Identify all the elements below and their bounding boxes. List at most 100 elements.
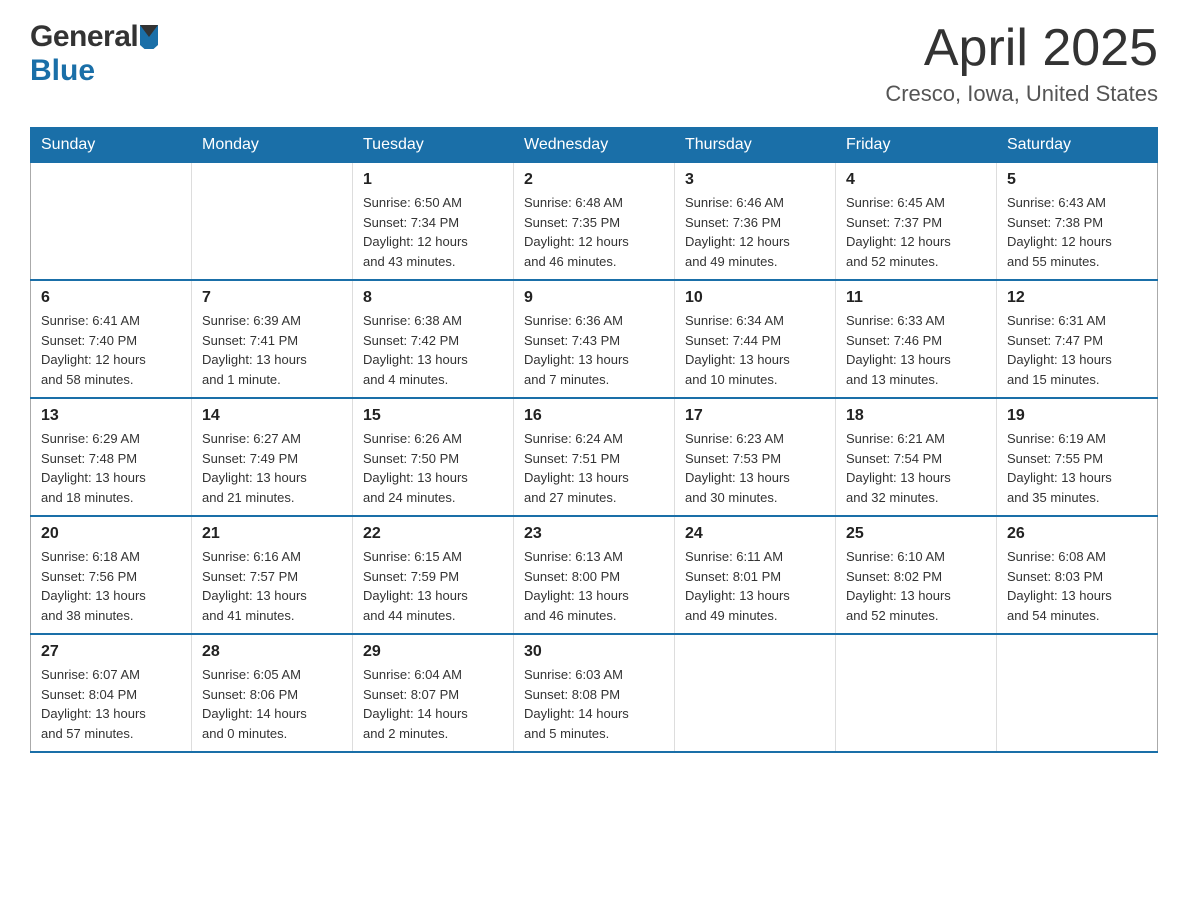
day-number: 7	[202, 289, 342, 307]
day-cell: 21 Sunrise: 6:16 AM Sunset: 7:57 PM Dayli…	[192, 516, 353, 634]
day-cell	[31, 163, 192, 281]
day-cell: 11 Sunrise: 6:33 AM Sunset: 7:46 PM Dayli…	[836, 280, 997, 398]
calendar-table: SundayMondayTuesdayWednesdayThursdayFrid…	[30, 127, 1158, 753]
day-info: Sunrise: 6:13 AM Sunset: 8:00 PM Dayligh…	[524, 547, 664, 625]
day-number: 22	[363, 525, 503, 543]
day-cell: 1 Sunrise: 6:50 AM Sunset: 7:34 PM Daylig…	[353, 163, 514, 281]
logo-arrow-icon	[140, 25, 158, 49]
day-number: 10	[685, 289, 825, 307]
page-header: General Blue April 2025 Cresco, Iowa, Un…	[30, 20, 1158, 107]
day-info: Sunrise: 6:16 AM Sunset: 7:57 PM Dayligh…	[202, 547, 342, 625]
day-number: 4	[846, 171, 986, 189]
day-number: 16	[524, 407, 664, 425]
day-cell: 23Sunrise: 6:13 AM Sunset: 8:00 PM Dayli…	[514, 516, 675, 634]
header-sunday: Sunday	[31, 128, 192, 163]
day-number: 6	[41, 289, 181, 307]
header-row: SundayMondayTuesdayWednesdayThursdayFrid…	[31, 128, 1158, 163]
day-info: Sunrise: 6:10 AM Sunset: 8:02 PM Dayligh…	[846, 547, 986, 625]
day-number: 14	[202, 407, 342, 425]
day-info: Sunrise: 6:03 AM Sunset: 8:08 PM Dayligh…	[524, 665, 664, 743]
day-info: Sunrise: 6:29 AM Sunset: 7:48 PM Dayligh…	[41, 429, 181, 507]
day-info: Sunrise: 6:43 AM Sunset: 7:38 PM Dayligh…	[1007, 193, 1147, 271]
day-number: 5	[1007, 171, 1147, 189]
day-number: 19	[1007, 407, 1147, 425]
day-number: 11	[846, 289, 986, 307]
logo: General Blue	[30, 20, 158, 88]
day-info: Sunrise: 6:41 AM Sunset: 7:40 PM Dayligh…	[41, 311, 181, 389]
day-cell: 13Sunrise: 6:29 AM Sunset: 7:48 PM Dayli…	[31, 398, 192, 516]
title-block: April 2025 Cresco, Iowa, United States	[885, 20, 1158, 107]
calendar-body: 1 Sunrise: 6:50 AM Sunset: 7:34 PM Daylig…	[31, 163, 1158, 753]
day-info: Sunrise: 6:24 AM Sunset: 7:51 PM Dayligh…	[524, 429, 664, 507]
month-year-title: April 2025	[885, 20, 1158, 77]
day-cell: 15 Sunrise: 6:26 AM Sunset: 7:50 PM Dayli…	[353, 398, 514, 516]
week-row-2: 6 Sunrise: 6:41 AM Sunset: 7:40 PM Daylig…	[31, 280, 1158, 398]
day-number: 12	[1007, 289, 1147, 307]
day-cell: 18 Sunrise: 6:21 AM Sunset: 7:54 PM Dayli…	[836, 398, 997, 516]
day-cell: 4 Sunrise: 6:45 AM Sunset: 7:37 PM Daylig…	[836, 163, 997, 281]
day-number: 8	[363, 289, 503, 307]
week-row-5: 27 Sunrise: 6:07 AM Sunset: 8:04 PM Dayli…	[31, 634, 1158, 752]
day-cell: 6 Sunrise: 6:41 AM Sunset: 7:40 PM Daylig…	[31, 280, 192, 398]
day-cell: 17 Sunrise: 6:23 AM Sunset: 7:53 PM Dayli…	[675, 398, 836, 516]
day-info: Sunrise: 6:50 AM Sunset: 7:34 PM Dayligh…	[363, 193, 503, 271]
week-row-3: 13Sunrise: 6:29 AM Sunset: 7:48 PM Dayli…	[31, 398, 1158, 516]
day-cell: 24 Sunrise: 6:11 AM Sunset: 8:01 PM Dayli…	[675, 516, 836, 634]
day-cell: 30 Sunrise: 6:03 AM Sunset: 8:08 PM Dayli…	[514, 634, 675, 752]
day-number: 25	[846, 525, 986, 543]
day-cell: 5 Sunrise: 6:43 AM Sunset: 7:38 PM Daylig…	[997, 163, 1158, 281]
day-info: Sunrise: 6:48 AM Sunset: 7:35 PM Dayligh…	[524, 193, 664, 271]
day-number: 29	[363, 643, 503, 661]
day-cell	[997, 634, 1158, 752]
day-info: Sunrise: 6:23 AM Sunset: 7:53 PM Dayligh…	[685, 429, 825, 507]
header-saturday: Saturday	[997, 128, 1158, 163]
day-info: Sunrise: 6:11 AM Sunset: 8:01 PM Dayligh…	[685, 547, 825, 625]
day-number: 15	[363, 407, 503, 425]
day-number: 28	[202, 643, 342, 661]
day-info: Sunrise: 6:18 AM Sunset: 7:56 PM Dayligh…	[41, 547, 181, 625]
day-cell: 22 Sunrise: 6:15 AM Sunset: 7:59 PM Dayli…	[353, 516, 514, 634]
day-number: 3	[685, 171, 825, 189]
day-cell: 2 Sunrise: 6:48 AM Sunset: 7:35 PM Daylig…	[514, 163, 675, 281]
day-info: Sunrise: 6:45 AM Sunset: 7:37 PM Dayligh…	[846, 193, 986, 271]
week-row-4: 20 Sunrise: 6:18 AM Sunset: 7:56 PM Dayli…	[31, 516, 1158, 634]
day-cell	[192, 163, 353, 281]
day-info: Sunrise: 6:46 AM Sunset: 7:36 PM Dayligh…	[685, 193, 825, 271]
header-monday: Monday	[192, 128, 353, 163]
day-number: 21	[202, 525, 342, 543]
day-info: Sunrise: 6:07 AM Sunset: 8:04 PM Dayligh…	[41, 665, 181, 743]
logo-blue-text: Blue	[30, 54, 158, 88]
day-number: 18	[846, 407, 986, 425]
day-cell: 3 Sunrise: 6:46 AM Sunset: 7:36 PM Daylig…	[675, 163, 836, 281]
logo-general-text: General	[30, 20, 138, 54]
day-cell: 28Sunrise: 6:05 AM Sunset: 8:06 PM Dayli…	[192, 634, 353, 752]
day-info: Sunrise: 6:08 AM Sunset: 8:03 PM Dayligh…	[1007, 547, 1147, 625]
day-number: 17	[685, 407, 825, 425]
location-subtitle: Cresco, Iowa, United States	[885, 81, 1158, 107]
day-number: 30	[524, 643, 664, 661]
week-row-1: 1 Sunrise: 6:50 AM Sunset: 7:34 PM Daylig…	[31, 163, 1158, 281]
day-cell: 12 Sunrise: 6:31 AM Sunset: 7:47 PM Dayli…	[997, 280, 1158, 398]
day-number: 24	[685, 525, 825, 543]
day-info: Sunrise: 6:34 AM Sunset: 7:44 PM Dayligh…	[685, 311, 825, 389]
day-info: Sunrise: 6:15 AM Sunset: 7:59 PM Dayligh…	[363, 547, 503, 625]
day-cell: 20 Sunrise: 6:18 AM Sunset: 7:56 PM Dayli…	[31, 516, 192, 634]
day-number: 27	[41, 643, 181, 661]
day-info: Sunrise: 6:26 AM Sunset: 7:50 PM Dayligh…	[363, 429, 503, 507]
day-info: Sunrise: 6:27 AM Sunset: 7:49 PM Dayligh…	[202, 429, 342, 507]
day-number: 26	[1007, 525, 1147, 543]
day-number: 9	[524, 289, 664, 307]
day-number: 2	[524, 171, 664, 189]
day-number: 20	[41, 525, 181, 543]
day-cell	[836, 634, 997, 752]
header-tuesday: Tuesday	[353, 128, 514, 163]
day-cell: 19Sunrise: 6:19 AM Sunset: 7:55 PM Dayli…	[997, 398, 1158, 516]
day-cell: 10 Sunrise: 6:34 AM Sunset: 7:44 PM Dayli…	[675, 280, 836, 398]
day-info: Sunrise: 6:21 AM Sunset: 7:54 PM Dayligh…	[846, 429, 986, 507]
day-info: Sunrise: 6:31 AM Sunset: 7:47 PM Dayligh…	[1007, 311, 1147, 389]
day-cell: 9 Sunrise: 6:36 AM Sunset: 7:43 PM Daylig…	[514, 280, 675, 398]
day-info: Sunrise: 6:36 AM Sunset: 7:43 PM Dayligh…	[524, 311, 664, 389]
day-number: 1	[363, 171, 503, 189]
day-info: Sunrise: 6:33 AM Sunset: 7:46 PM Dayligh…	[846, 311, 986, 389]
day-cell	[675, 634, 836, 752]
